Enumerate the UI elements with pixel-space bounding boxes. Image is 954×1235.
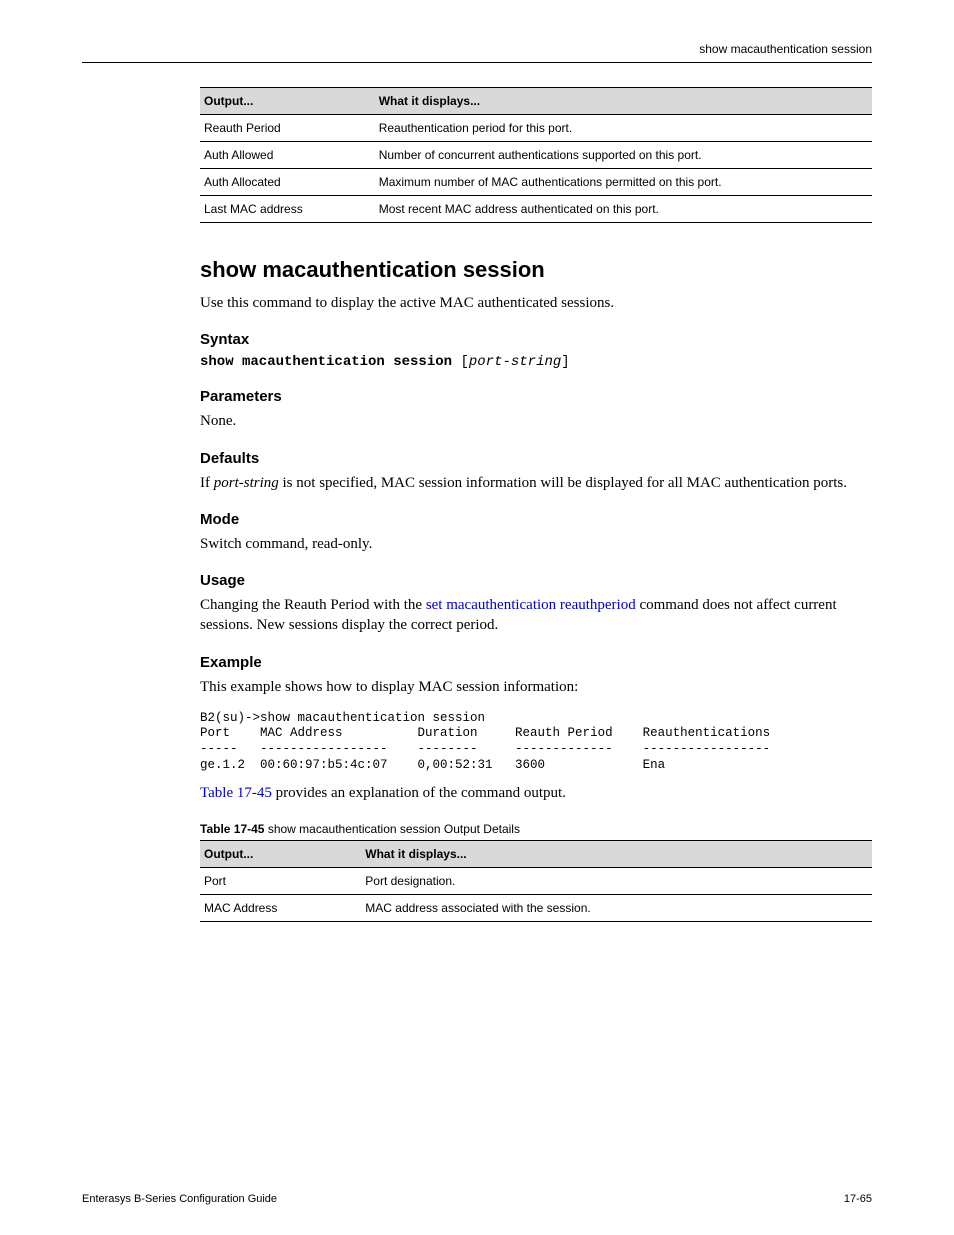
output-reference: Table 17-45 provides an explanation of t… bbox=[200, 783, 872, 803]
def-val: Most recent MAC address authenticated on… bbox=[375, 196, 872, 223]
out-key: Port bbox=[200, 867, 361, 894]
example-intro: This example shows how to display MAC se… bbox=[200, 677, 872, 697]
usage-body: Changing the Reauth Period with the set … bbox=[200, 595, 872, 636]
def-col-key: Output... bbox=[200, 88, 375, 115]
def-key: Auth Allowed bbox=[200, 142, 375, 169]
syntax-line: show macauthentication session [port-str… bbox=[200, 354, 872, 370]
syntax-close-bracket: ] bbox=[561, 354, 569, 370]
intro-paragraph: Use this command to display the active M… bbox=[200, 293, 872, 313]
parameters-heading: Parameters bbox=[200, 388, 872, 405]
def-val: Reauthentication period for this port. bbox=[375, 115, 872, 142]
page: show macauthentication session Output...… bbox=[0, 0, 954, 1235]
def-val: Number of concurrent authentications sup… bbox=[375, 142, 872, 169]
out-val: Port designation. bbox=[361, 867, 872, 894]
out-val: MAC address associated with the session. bbox=[361, 894, 872, 921]
table-header-row: Output... What it displays... bbox=[200, 840, 872, 867]
parameters-body: None. bbox=[200, 411, 872, 431]
syntax-open-bracket: [ bbox=[460, 354, 468, 370]
footer-left: Enterasys B-Series Configuration Guide bbox=[82, 1193, 277, 1205]
main-content: Output... What it displays... Reauth Per… bbox=[200, 87, 872, 922]
def-key: Last MAC address bbox=[200, 196, 375, 223]
output-details-table: Output... What it displays... Port Port … bbox=[200, 840, 872, 922]
out-col-key: Output... bbox=[200, 840, 361, 867]
command-title: show macauthentication session bbox=[200, 257, 872, 283]
defaults-post: is not specified, MAC session informatio… bbox=[279, 475, 847, 491]
out-key: MAC Address bbox=[200, 894, 361, 921]
table-header-row: Output... What it displays... bbox=[200, 88, 872, 115]
output-table-caption-text: show macauthentication session Output De… bbox=[268, 822, 520, 836]
def-key: Reauth Period bbox=[200, 115, 375, 142]
definitions-table: Output... What it displays... Reauth Per… bbox=[200, 87, 872, 223]
usage-link[interactable]: set macauthentication reauthperiod bbox=[426, 597, 636, 613]
mode-body: Switch command, read-only. bbox=[200, 534, 872, 554]
syntax-heading: Syntax bbox=[200, 331, 872, 348]
table-row: Reauth Period Reauthentication period fo… bbox=[200, 115, 872, 142]
def-val: Maximum number of MAC authentications pe… bbox=[375, 169, 872, 196]
defaults-body: If port-string is not specified, MAC ses… bbox=[200, 473, 872, 493]
usage-pre: Changing the Reauth Period with the bbox=[200, 597, 426, 613]
defaults-heading: Defaults bbox=[200, 450, 872, 467]
usage-heading: Usage bbox=[200, 572, 872, 589]
out-col-val: What it displays... bbox=[361, 840, 872, 867]
syntax-keyword: show macauthentication session bbox=[200, 354, 452, 370]
def-key: Auth Allocated bbox=[200, 169, 375, 196]
table-row: Last MAC address Most recent MAC address… bbox=[200, 196, 872, 223]
output-ref-post: provides an explanation of the command o… bbox=[272, 785, 566, 801]
mode-heading: Mode bbox=[200, 511, 872, 528]
page-footer: Enterasys B-Series Configuration Guide 1… bbox=[82, 1193, 872, 1205]
running-head: show macauthentication session bbox=[82, 42, 872, 56]
output-ref-link[interactable]: Table 17-45 bbox=[200, 785, 272, 801]
defaults-arg: port-string bbox=[214, 475, 279, 491]
output-table-caption: Table 17-45 show macauthentication sessi… bbox=[200, 822, 872, 836]
output-table-caption-bold: Table 17-45 bbox=[200, 822, 264, 836]
table-row: Port Port designation. bbox=[200, 867, 872, 894]
example-heading: Example bbox=[200, 654, 872, 671]
footer-right: 17-65 bbox=[844, 1193, 872, 1205]
top-rule bbox=[82, 62, 872, 63]
example-output: B2(su)->show macauthentication session P… bbox=[200, 711, 872, 774]
table-row: Auth Allocated Maximum number of MAC aut… bbox=[200, 169, 872, 196]
table-row: Auth Allowed Number of concurrent authen… bbox=[200, 142, 872, 169]
defaults-pre: If bbox=[200, 475, 214, 491]
table-row: MAC Address MAC address associated with … bbox=[200, 894, 872, 921]
def-col-val: What it displays... bbox=[375, 88, 872, 115]
syntax-arg: port-string bbox=[469, 354, 561, 370]
